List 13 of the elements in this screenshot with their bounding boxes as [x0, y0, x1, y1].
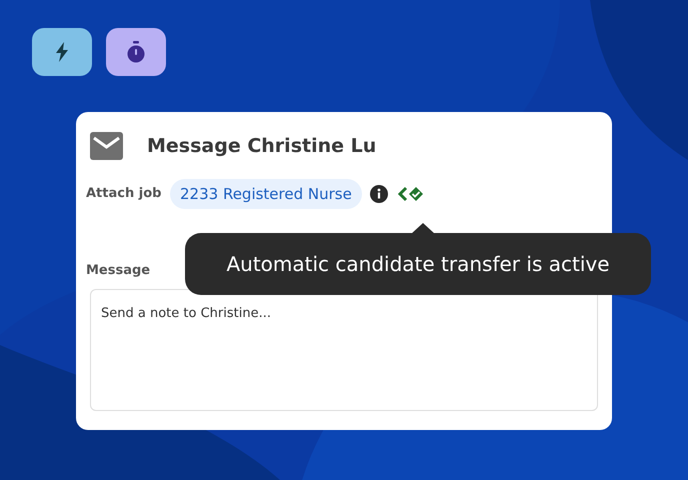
info-icon[interactable] — [370, 184, 388, 203]
lightning-icon — [55, 42, 69, 62]
message-field[interactable]: Send a note to Christine... — [90, 288, 598, 410]
stopwatch-button[interactable] — [106, 28, 166, 76]
lightning-button[interactable] — [32, 28, 92, 76]
tooltip-text: Automatic candidate transfer is active — [226, 251, 610, 278]
job-chip[interactable]: 2233 Registered Nurse — [170, 178, 362, 209]
dialog-title: Message Christine Lu — [147, 134, 376, 159]
envelope-icon — [90, 132, 123, 160]
attach-job-label: Attach job — [86, 185, 162, 203]
transfer-check-icon[interactable] — [398, 186, 425, 202]
stopwatch-icon — [126, 41, 146, 63]
message-label: Message — [86, 262, 150, 280]
